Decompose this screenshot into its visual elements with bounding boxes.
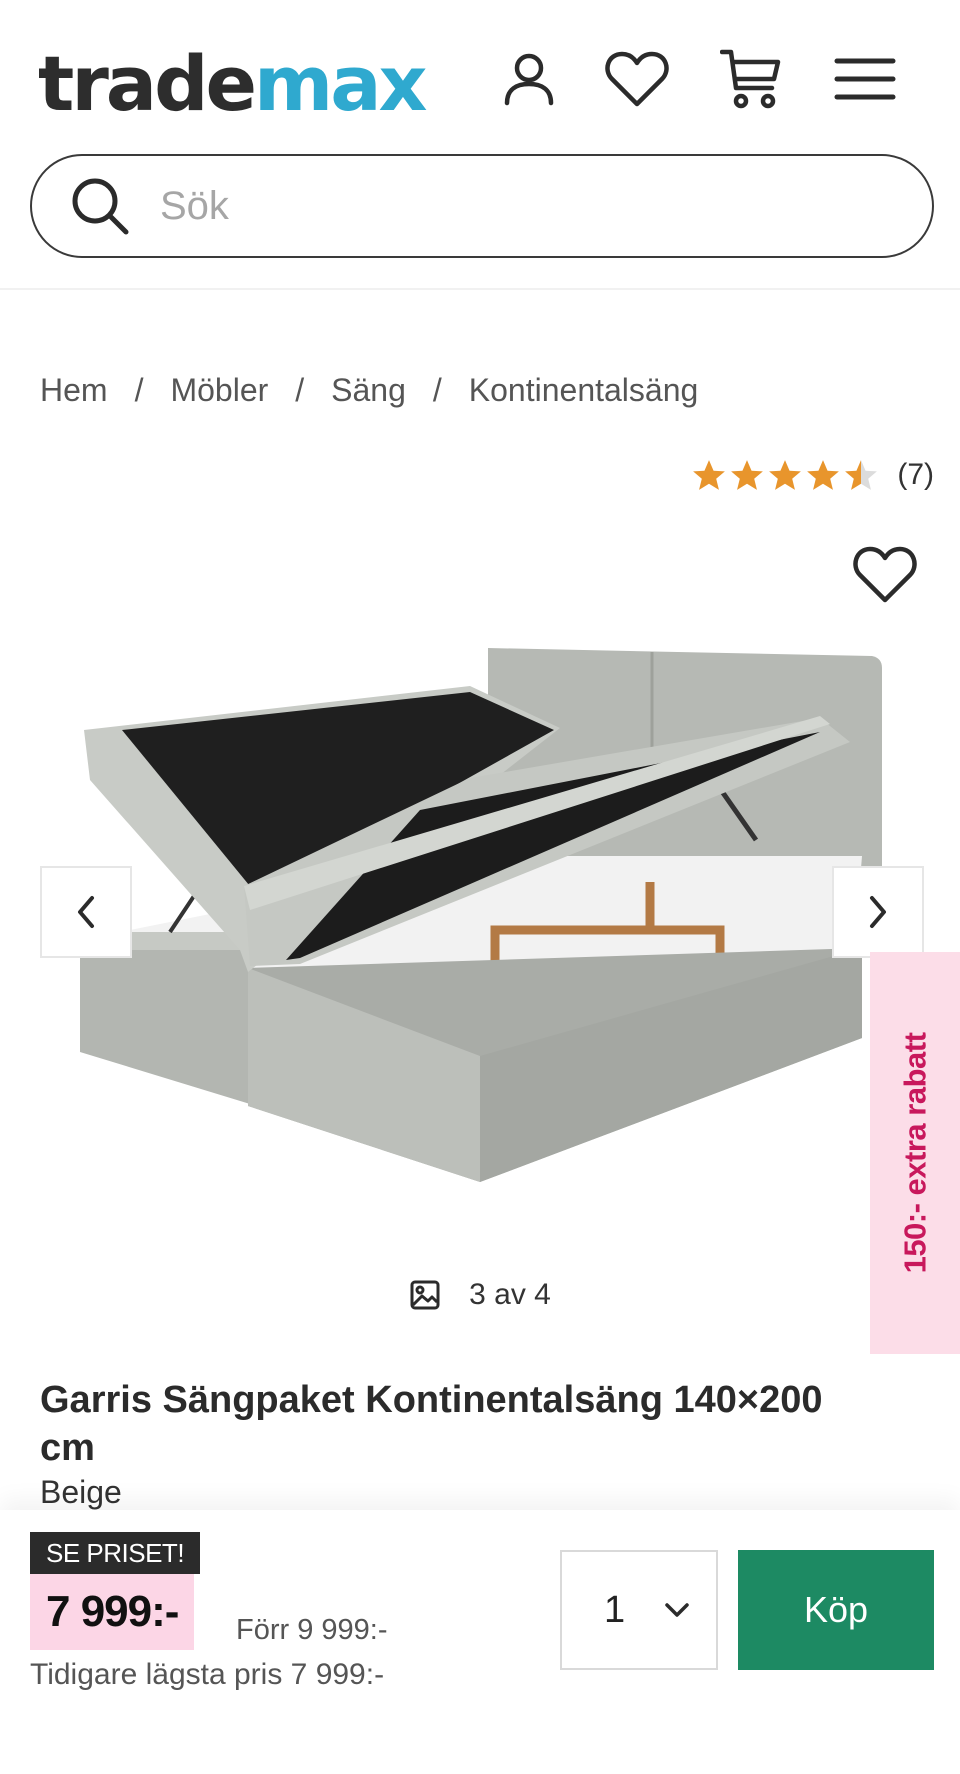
logo-text-trade: trade [38, 39, 257, 128]
extra-discount-tab[interactable]: 150:- extra rabatt [870, 952, 960, 1354]
search-icon [72, 178, 129, 235]
product-image-gallery[interactable] [0, 620, 960, 1240]
image-counter: 3 av 4 [0, 1278, 960, 1312]
breadcrumb: Hem / Möbler / Säng / Kontinentalsäng [40, 372, 698, 409]
breadcrumb-link-home[interactable]: Hem [40, 372, 108, 409]
breadcrumb-separator: / [134, 372, 144, 408]
quantity-value: 1 [604, 1588, 626, 1631]
image-icon [410, 1280, 440, 1310]
before-price: Förr 9 999:- [236, 1614, 388, 1646]
star-icon [807, 460, 840, 490]
gallery-next-button[interactable] [832, 866, 924, 958]
breadcrumb-separator: / [432, 372, 442, 408]
chevron-down-icon [665, 1603, 689, 1617]
gallery-prev-button[interactable] [40, 866, 132, 958]
product-rating[interactable]: (7) [691, 458, 934, 492]
wishlist-heart-icon[interactable] [602, 44, 672, 114]
quantity-select[interactable]: 1 [560, 1550, 718, 1670]
logo-text-max: max [254, 39, 427, 128]
buy-button[interactable]: Köp [738, 1550, 934, 1670]
image-counter-text: 3 av 4 [469, 1278, 551, 1311]
account-icon[interactable] [494, 44, 564, 114]
breadcrumb-link-furniture[interactable]: Möbler [170, 372, 268, 409]
site-header: trademax [0, 0, 960, 290]
breadcrumb-link-bed[interactable]: Säng [331, 372, 406, 409]
menu-hamburger-icon[interactable] [830, 44, 900, 114]
extra-discount-label: 150:- extra rabatt [897, 1032, 932, 1274]
chevron-left-icon [78, 896, 94, 928]
star-icon [731, 460, 764, 490]
current-price: 7 999:- [30, 1574, 195, 1650]
star-icon [693, 460, 726, 490]
favorite-heart-icon[interactable] [852, 544, 918, 606]
see-price-badge: SE PRISET! [30, 1532, 201, 1574]
star-icon [845, 460, 878, 490]
trademax-logo[interactable]: trademax [38, 34, 428, 134]
chevron-right-icon [870, 896, 886, 928]
star-icon [769, 460, 802, 490]
review-count: (7) [897, 458, 934, 491]
product-image-boxspring-bed [80, 648, 882, 1182]
search-input[interactable] [160, 183, 860, 229]
product-variant: Beige [40, 1474, 122, 1510]
product-title: Garris Sängpaket Kontinentalsäng 140×200… [40, 1379, 823, 1469]
rating-stars [691, 458, 879, 492]
purchase-bar: SE PRISET! 7 999:- Förr 9 999:- Tidigare… [0, 1510, 960, 1774]
search-bar[interactable] [30, 154, 934, 258]
lowest-price-note: Tidigare lägsta pris 7 999:- [30, 1658, 385, 1691]
breadcrumb-separator: / [295, 372, 305, 408]
breadcrumb-link-continental-bed[interactable]: Kontinentalsäng [469, 372, 699, 409]
cart-icon[interactable] [716, 44, 786, 114]
